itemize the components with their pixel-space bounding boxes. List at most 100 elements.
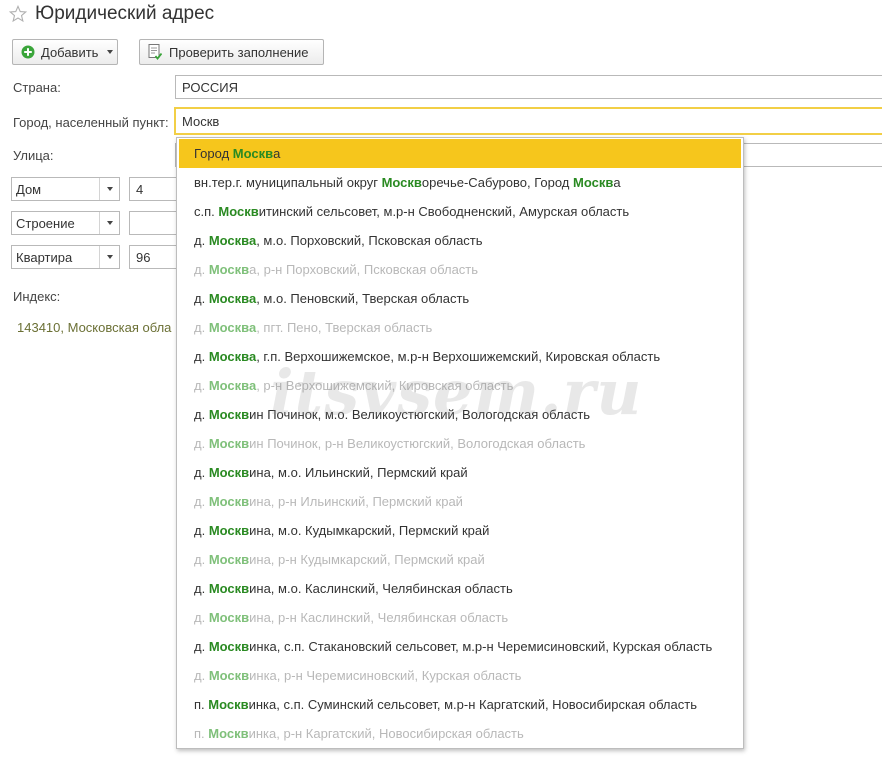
suggestion-text: инка, р-н Черемисиновский, Курская облас… [249, 668, 522, 683]
suggestion-match-text: Москв [208, 407, 250, 422]
suggestion-item[interactable]: д. Москва, пгт. Пено, Тверская область [177, 313, 743, 342]
suggestion-item[interactable]: д. Москвинка, р-н Черемисиновский, Курск… [177, 661, 743, 690]
suggestion-item[interactable]: д. Москвина, р-н Кудымкарский, Пермский … [177, 545, 743, 574]
suggestion-item[interactable]: с.п. Москвитинский сельсовет, м.р-н Своб… [177, 197, 743, 226]
house-number-input[interactable]: 4 [129, 177, 177, 201]
suggestion-item[interactable]: д. Москвина, м.о. Каслинский, Челябинска… [177, 574, 743, 603]
suggestion-text: Город [194, 146, 233, 161]
suggestion-match-text: Москв [208, 494, 250, 509]
suggestion-item[interactable]: д. Москвин Починок, м.о. Великоустюгский… [177, 400, 743, 429]
suggestion-text: п. [194, 697, 209, 712]
building-number-input[interactable] [129, 211, 177, 235]
apartment-type-dropdown-button[interactable] [99, 246, 119, 268]
suggestion-text: , р-н Верхошижемский, Кировская область [256, 378, 514, 393]
suggestion-text: ина, м.о. Кудымкарский, Пермский край [249, 523, 490, 538]
suggestion-text: итинский сельсовет, м.р-н Свободненский,… [258, 204, 630, 219]
suggestion-text: д. [194, 639, 209, 654]
suggestion-text: , пгт. Пено, Тверская область [256, 320, 433, 335]
country-value: РОССИЯ [182, 79, 239, 95]
check-filling-label: Проверить заполнение [169, 44, 309, 60]
chevron-down-icon [107, 50, 114, 54]
suggestion-text: , г.п. Верхошижемское, м.р-н Верхошижемс… [256, 349, 661, 364]
house-type-value: Дом [16, 181, 42, 197]
suggestion-text: д. [194, 407, 209, 422]
suggestion-text: ина, р-н Ильинский, Пермский край [249, 494, 463, 509]
full-address-text: 143410, Московская обла [17, 320, 172, 335]
suggestion-text: ина, м.о. Каслинский, Челябинская област… [249, 581, 513, 596]
suggestion-text: а, р-н Порховский, Псковская область [249, 262, 479, 277]
suggestion-match-text: Москв [208, 465, 250, 480]
apartment-type-select[interactable]: Квартира [11, 245, 120, 269]
check-filling-button[interactable]: Проверить заполнение [139, 39, 324, 65]
suggestion-match-text: Москва [208, 378, 257, 393]
suggestion-text: ин Починок, м.о. Великоустюгский, Волого… [249, 407, 591, 422]
suggestion-item[interactable]: д. Москвин Починок, р-н Великоустюгский,… [177, 429, 743, 458]
suggestion-match-text: Москв [208, 639, 250, 654]
suggestion-text: д. [194, 291, 209, 306]
add-button[interactable]: Добавить [12, 39, 118, 65]
plus-circle-icon [21, 45, 35, 59]
suggestion-text: с.п. [194, 204, 219, 219]
house-type-select[interactable]: Дом [11, 177, 120, 201]
building-type-select[interactable]: Строение [11, 211, 120, 235]
suggestion-item[interactable]: д. Москва, р-н Порховский, Псковская обл… [177, 255, 743, 284]
suggestion-text: инка, р-н Каргатский, Новосибирская обла… [248, 726, 524, 741]
city-suggestions-dropdown[interactable]: Город Москва вн.тер.г. муниципальный окру… [176, 137, 744, 749]
suggestion-item[interactable]: д. Москвина, м.о. Кудымкарский, Пермский… [177, 516, 743, 545]
suggestion-text: д. [194, 523, 209, 538]
star-icon[interactable] [9, 5, 27, 23]
suggestion-text: д. [194, 378, 209, 393]
suggestion-match-text: Москва [208, 233, 257, 248]
suggestion-text: ина, р-н Каслинский, Челябинская область [249, 610, 509, 625]
apartment-number-input[interactable]: 96 [129, 245, 177, 269]
suggestion-text: д. [194, 233, 209, 248]
apartment-type-value: Квартира [16, 249, 73, 265]
suggestion-text: ин Починок, р-н Великоустюгский, Вологод… [249, 436, 586, 451]
add-button-label: Добавить [41, 44, 99, 60]
suggestion-match-text: Москв [218, 204, 259, 219]
suggestion-text: д. [194, 465, 209, 480]
suggestion-match-text: Москва [208, 320, 257, 335]
city-input[interactable]: Москв [174, 107, 882, 135]
suggestion-item[interactable]: д. Москвинка, с.п. Стакановский сельсове… [177, 632, 743, 661]
house-type-dropdown-button[interactable] [99, 178, 119, 200]
suggestion-text: д. [194, 494, 209, 509]
country-field[interactable]: РОССИЯ [175, 75, 882, 99]
apartment-number-value: 96 [136, 249, 151, 265]
suggestion-match-text: Москв [208, 610, 250, 625]
suggestion-match-text: Москв [208, 697, 249, 712]
suggestion-item[interactable]: вн.тер.г. муниципальный округ Москворечь… [177, 168, 743, 197]
suggestion-item[interactable]: п. Москвинка, с.п. Суминский сельсовет, … [177, 690, 743, 719]
suggestion-item[interactable]: п. Москвинка, р-н Каргатский, Новосибирс… [177, 719, 743, 748]
suggestion-text: а [273, 146, 281, 161]
building-type-dropdown-button[interactable] [99, 212, 119, 234]
suggestion-item[interactable]: д. Москвина, р-н Ильинский, Пермский кра… [177, 487, 743, 516]
suggestion-match-text: Москв [208, 726, 249, 741]
index-label: Индекс: [13, 289, 61, 304]
suggestion-match-text: Москва [208, 349, 257, 364]
suggestion-item[interactable]: д. Москва, м.о. Пеновский, Тверская обла… [177, 284, 743, 313]
suggestion-match-text: Москв [208, 436, 250, 451]
suggestion-text: д. [194, 320, 209, 335]
suggestion-text: д. [194, 552, 209, 567]
suggestion-match-text: Москва [208, 291, 257, 306]
suggestion-text: инка, с.п. Суминский сельсовет, м.р-н Ка… [248, 697, 697, 712]
suggestion-text: п. [194, 726, 209, 741]
chevron-down-icon [106, 221, 113, 225]
suggestion-text: оречье-Сабурово, Город [421, 175, 573, 190]
country-label: Страна: [13, 80, 61, 95]
building-type-value: Строение [16, 215, 75, 231]
suggestion-item[interactable]: Город Москва [179, 139, 741, 168]
suggestion-item[interactable]: д. Москва, м.о. Порховский, Псковская об… [177, 226, 743, 255]
suggestion-item[interactable]: д. Москва, р-н Верхошижемский, Кировская… [177, 371, 743, 400]
suggestion-text: , м.о. Порховский, Псковская область [256, 233, 483, 248]
suggestion-match-text: Москв [208, 523, 250, 538]
suggestion-match-text: Москв [573, 175, 614, 190]
suggestion-item[interactable]: д. Москвина, р-н Каслинский, Челябинская… [177, 603, 743, 632]
suggestion-text: д. [194, 349, 209, 364]
suggestion-item[interactable]: д. Москва, г.п. Верхошижемское, м.р-н Ве… [177, 342, 743, 371]
suggestion-item[interactable]: д. Москвина, м.о. Ильинский, Пермский кр… [177, 458, 743, 487]
city-label: Город, населенный пункт: [13, 115, 169, 130]
house-number-value: 4 [136, 181, 144, 197]
suggestion-text: д. [194, 581, 209, 596]
